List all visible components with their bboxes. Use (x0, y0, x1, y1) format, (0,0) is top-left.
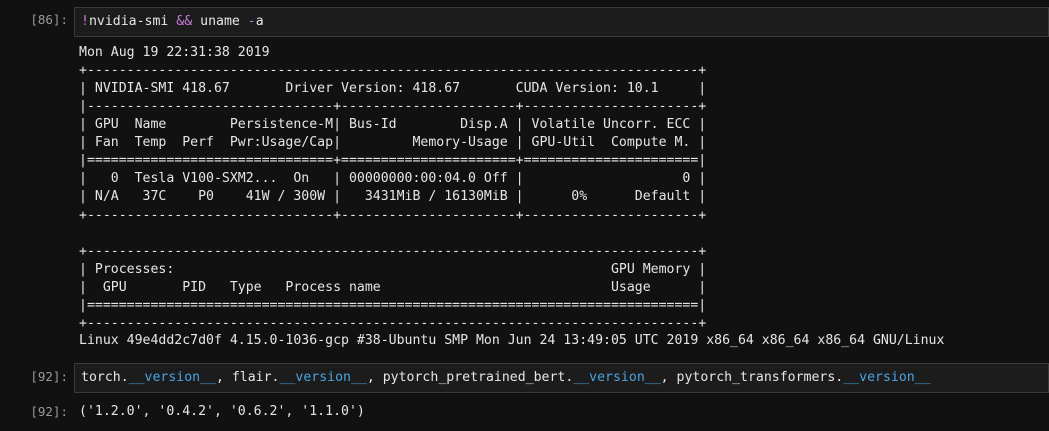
cmd-uname: uname (192, 14, 248, 29)
flag-dash: - (247, 14, 256, 29)
flag-a: a (255, 14, 264, 29)
code-pytorch-pretrained-bert: , pytorch_pretrained_bert. (366, 370, 574, 385)
cell-92-output-prompt: [92]: (30, 404, 68, 419)
code-pytorch-transformers: , pytorch_transformers. (660, 370, 844, 385)
cell-86-input-prompt: [86]: (30, 12, 68, 27)
cell-86-output-nvidia-smi-table: +---------------------------------------… (79, 63, 707, 331)
cell-86-output-date: Mon Aug 19 22:31:38 2019 (79, 45, 270, 60)
dunder-version-4: __version__ (843, 370, 931, 385)
dunder-version-3: __version__ (573, 370, 661, 385)
bang-operator: ! (81, 14, 89, 29)
cmd-nvidia-smi: nvidia-smi (88, 14, 177, 29)
cell-86-code-editor[interactable]: !nvidia-smi && uname -a (74, 7, 1049, 37)
dunder-version-1: __version__ (128, 370, 216, 385)
code-flair: , flair. (215, 370, 280, 385)
cell-86-output-uname: Linux 49e4dd2c7d0f 4.15.0-1036-gcp #38-U… (79, 333, 945, 348)
and-operator: && (176, 14, 193, 29)
cell-92-input-prompt: [92]: (30, 369, 68, 384)
cell-92-code-editor[interactable]: torch.__version__, flair.__version__, py… (74, 363, 1049, 393)
code-torch: torch. (81, 370, 129, 385)
cell-92-output-versions: ('1.2.0', '0.4.2', '0.6.2', '1.1.0') (79, 404, 365, 419)
dunder-version-2: __version__ (279, 370, 367, 385)
